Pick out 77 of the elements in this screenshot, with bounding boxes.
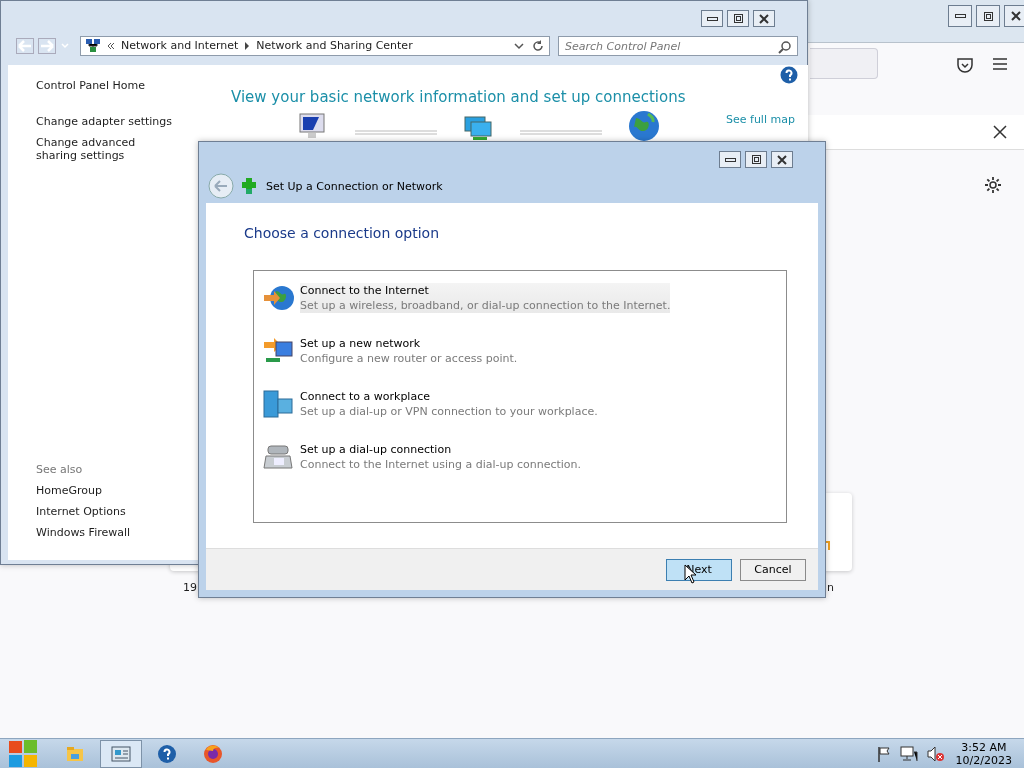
refresh-icon[interactable] [531,39,545,53]
muted-speaker-icon[interactable] [925,745,944,762]
start-button[interactable] [8,739,38,768]
menu-icon[interactable] [991,56,1009,72]
minimize-button[interactable] [719,151,741,168]
clock-date: 10/2/2023 [955,753,1012,767]
network-icon [463,114,493,142]
option-title: Set up a new network [300,336,422,351]
maximize-button[interactable] [976,5,1000,27]
option-description: Set up a wireless, broadband, or dial-up connection to the Internet. [300,298,671,313]
sidebar-link[interactable]: Windows Firewall [36,526,131,539]
sidebar-link[interactable]: Control Panel Home [36,79,176,92]
section-label: See also [36,463,83,476]
option-title: Connect to the Internet [300,283,430,298]
help-icon[interactable] [780,66,798,84]
clock[interactable]: 3:52 AM 10/2/2023 [951,740,1016,767]
maximize-button[interactable] [727,10,749,27]
option-item[interactable]: Set up a new network Configure a new router or access point. [258,334,786,368]
maximize-icon [732,14,744,23]
map-link[interactable]: See full map [726,113,795,126]
help-icon [157,743,177,764]
close-icon [777,154,787,165]
minimize-icon [724,157,736,162]
sidebar-link[interactable]: Change adapter settings [36,115,176,128]
building-icon [262,389,294,419]
maximize-icon [750,155,762,164]
option-title: Connect to a workplace [300,389,431,404]
text-fragment: n [827,581,834,594]
browser-icon [203,743,223,764]
close-button[interactable] [753,10,775,27]
page-heading: View your basic network information and set up connections [231,88,686,106]
close-button[interactable] [1004,5,1024,27]
minimize-button[interactable] [701,10,723,27]
arrow-icon [244,41,251,51]
maximize-button[interactable] [745,151,767,168]
globe-icon [628,110,660,142]
breadcrumb[interactable]: Network and Sharing Center [256,37,413,55]
dialog-heading: Choose a connection option [244,225,440,241]
close-button[interactable] [771,151,793,168]
flag-icon[interactable] [875,745,892,762]
minimize-button[interactable] [948,5,972,27]
option-description: Configure a new router or access point. [300,351,518,366]
chevrons-icon [107,41,115,51]
text-fragment: 19 [183,581,197,594]
option-description: Connect to the Internet using a dial-up connection. [300,457,582,472]
minimize-icon [954,14,966,18]
network-icon [85,38,101,54]
option-item[interactable]: Connect to a workplace Set up a dial-up or VPN connection to your workplace. [258,387,786,421]
add-network-icon [241,177,257,195]
close-icon[interactable] [992,124,1008,140]
settings-icon[interactable] [984,176,1002,194]
close-icon [759,13,769,24]
dropdown-icon[interactable] [513,41,525,51]
search-field[interactable]: Search Control Panel [558,36,798,56]
dialog-title: Set Up a Connection or Network [266,180,443,193]
sidebar-link[interactable]: Internet Options [36,505,126,518]
search-icon[interactable] [778,40,792,54]
network-icon[interactable] [899,745,918,762]
maximize-icon [982,11,994,21]
pocket-icon[interactable] [955,55,975,75]
sidebar-link[interactable]: Change advanced sharing settings [36,136,176,162]
address-field[interactable] [810,48,878,79]
breadcrumb[interactable]: Network and Internet [121,37,239,55]
minimize-icon [706,16,718,21]
computer-icon [296,111,328,141]
cancel-button[interactable]: Cancel [740,559,806,581]
telephone-icon [262,442,294,472]
option-item[interactable]: Set up a dial-up connection Connect to the Internet using a dial-up connection. [258,440,786,474]
taskbar-button[interactable] [100,739,142,768]
sidebar-link[interactable]: HomeGroup [36,484,102,497]
globe-icon [262,283,294,313]
clock-time: 3:52 AM [960,740,1008,754]
option-title: Set up a dial-up connection [300,442,453,457]
option-description: Set up a dial-up or VPN connection to your workplace. [300,404,598,419]
control-panel-icon [111,743,131,764]
close-icon [1011,11,1021,21]
address-bar[interactable]: Network and Internet Network and Sharing Center [80,36,550,56]
